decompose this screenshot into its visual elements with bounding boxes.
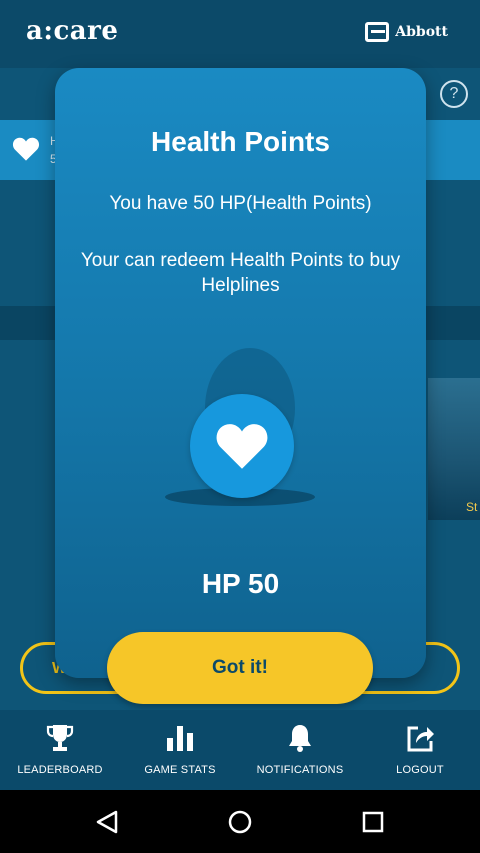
got-it-button[interactable]: Got it! (107, 632, 373, 704)
system-navigation-bar (0, 790, 480, 853)
help-button[interactable]: ? (440, 80, 468, 108)
heart-icon (216, 424, 268, 469)
nav-leaderboard[interactable]: LEADERBOARD (0, 710, 120, 790)
bell-icon (289, 725, 311, 752)
bottom-navigation: LEADERBOARD GAME STATS NOTIFICATIONS LOG… (0, 710, 480, 790)
abbott-logo-icon (365, 22, 390, 42)
background-image-caption: St (466, 500, 478, 514)
partner-logo: Abbott (365, 22, 448, 42)
dialog-title: Health Points (151, 126, 330, 157)
hp-total: HP 50 (201, 568, 280, 599)
partner-name: Abbott (395, 24, 448, 40)
bar-chart-icon (167, 726, 193, 751)
background-image (428, 378, 480, 520)
nav-notifications-label: NOTIFICATIONS (256, 764, 344, 776)
nav-logout-label: LOGOUT (396, 764, 444, 776)
back-triangle-icon[interactable] (94, 809, 120, 835)
trophy-icon (46, 725, 74, 751)
nav-leaderboard-label: LEADERBOARD (17, 764, 103, 776)
nav-notifications[interactable]: NOTIFICATIONS (240, 710, 360, 790)
nav-game-stats-label: GAME STATS (144, 764, 216, 776)
nav-logout[interactable]: LOGOUT (360, 710, 480, 790)
app-logo: a:care (26, 16, 119, 46)
health-points-dialog: Health Points You have 50 HP(Health Poin… (55, 68, 426, 678)
recents-square-icon[interactable] (361, 810, 385, 834)
background-heart-icon (12, 137, 40, 161)
home-circle-icon[interactable] (227, 809, 253, 835)
nav-game-stats[interactable]: GAME STATS (120, 710, 240, 790)
dialog-hint: Your can redeem Health Points to buy Hel… (80, 250, 401, 296)
share-exit-icon (407, 726, 434, 752)
app-header: a:care Abbott (0, 0, 480, 68)
heart-badge (190, 394, 294, 498)
dialog-message: You have 50 HP(Health Points) (109, 193, 372, 214)
